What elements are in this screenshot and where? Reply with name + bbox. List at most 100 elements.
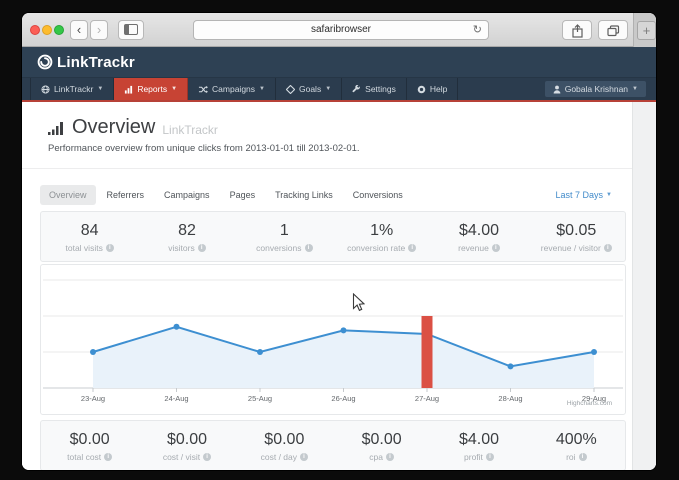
stat-profit: $4.00 profiti [430, 421, 527, 470]
page-scrollbar[interactable] [632, 102, 656, 470]
stat-value: $0.00 [167, 431, 207, 449]
nav-item-goals[interactable]: Goals ▼ [276, 78, 342, 100]
info-icon[interactable]: i [408, 244, 416, 252]
nav-label: LinkTrackr [54, 84, 93, 94]
globe-icon [41, 85, 50, 94]
nav-item-linktrackr[interactable]: LinkTrackr ▼ [30, 78, 114, 100]
date-range-selector[interactable]: Last 7 Days ▼ [556, 190, 612, 200]
user-name: Gobala Krishnan [565, 84, 628, 94]
nav-label: Reports [137, 84, 167, 94]
info-icon[interactable]: i [579, 453, 587, 461]
address-text: safaribrowser [311, 24, 371, 35]
caret-down-icon: ▼ [259, 86, 265, 92]
tab-overview[interactable]: Overview [40, 185, 96, 205]
reload-icon[interactable]: ↻ [473, 21, 482, 39]
address-bar[interactable]: safaribrowser ↻ [193, 20, 489, 40]
stat-cost-day: $0.00 cost / dayi [236, 421, 333, 470]
nav-label: Goals [299, 84, 321, 94]
info-icon[interactable]: i [305, 244, 313, 252]
shuffle-icon [198, 85, 208, 94]
linktrackr-logo[interactable]: LinkTrackr [37, 54, 135, 71]
stat-value: 1 [280, 222, 289, 240]
nav-item-help[interactable]: Help [407, 78, 458, 100]
tab-overview-button[interactable] [598, 20, 628, 40]
stat-label: total cost [67, 452, 101, 462]
app-header: LinkTrackr [22, 47, 656, 77]
stat-label: total visits [66, 243, 103, 253]
overview-bars-icon [48, 120, 65, 135]
tabs-icon [607, 25, 620, 37]
nav-item-settings[interactable]: Settings [342, 78, 407, 100]
tab-campaigns[interactable]: Campaigns [155, 185, 219, 205]
head-divider [22, 168, 632, 169]
stat-label: revenue / visitor [541, 243, 601, 253]
info-icon[interactable]: i [386, 453, 394, 461]
nav-label: Campaigns [212, 84, 255, 94]
bar-chart-icon [124, 85, 133, 94]
safari-window: ‹ › safaribrowser ↻ + [22, 13, 656, 470]
tab-bar-edge: + [633, 13, 656, 47]
help-ring-icon [417, 85, 426, 94]
user-menu[interactable]: Gobala Krishnan ▼ [545, 81, 646, 97]
caret-down-icon: ▼ [632, 86, 638, 92]
info-icon[interactable]: i [300, 453, 308, 461]
stat-value: $0.05 [556, 222, 596, 240]
info-icon[interactable]: i [104, 453, 112, 461]
area-chart: 23-Aug24-Aug25-Aug26-Aug27-Aug28-Aug29-A… [41, 265, 625, 414]
page-head: Overview LinkTrackr Performance overview… [48, 116, 606, 154]
stats-row-bottom: $0.00 total costi $0.00 cost / visiti $0… [40, 420, 626, 470]
visits-chart[interactable]: 23-Aug24-Aug25-Aug26-Aug27-Aug28-Aug29-A… [40, 264, 626, 415]
nav-label: Help [430, 84, 447, 94]
tab-referrers[interactable]: Referrers [98, 185, 154, 205]
user-icon [553, 85, 561, 94]
svg-text:28-Aug: 28-Aug [498, 394, 522, 403]
stat-total-cost: $0.00 total costi [41, 421, 138, 470]
stat-label: cpa [369, 452, 383, 462]
tab-pages[interactable]: Pages [221, 185, 265, 205]
stat-value: $4.00 [459, 222, 499, 240]
page-content: Overview LinkTrackr Performance overview… [22, 102, 656, 470]
info-icon[interactable]: i [492, 244, 500, 252]
svg-text:24-Aug: 24-Aug [164, 394, 188, 403]
stat-value: 400% [556, 431, 597, 449]
goal-diamond-icon [286, 85, 295, 94]
stat-value: $0.00 [264, 431, 304, 449]
caret-down-icon: ▼ [97, 86, 103, 92]
svg-text:23-Aug: 23-Aug [81, 394, 105, 403]
info-icon[interactable]: i [486, 453, 494, 461]
share-icon [572, 24, 583, 38]
share-button[interactable] [562, 20, 592, 40]
main-nav: LinkTrackr ▼ Reports ▼ Camp [22, 77, 656, 100]
svg-text:27-Aug: 27-Aug [415, 394, 439, 403]
stat-label: conversion rate [347, 243, 405, 253]
forward-button[interactable]: › [90, 20, 108, 40]
stat-value: 84 [81, 222, 99, 240]
stat-label: profit [464, 452, 483, 462]
stat-value: 1% [370, 222, 393, 240]
screenshot-frame: ‹ › safaribrowser ↻ + [0, 0, 679, 480]
info-icon[interactable]: i [203, 453, 211, 461]
stat-value: 82 [178, 222, 196, 240]
stat-label: cost / day [261, 452, 297, 462]
info-icon[interactable]: i [198, 244, 206, 252]
caret-down-icon: ▼ [171, 86, 177, 92]
logo-text: LinkTrackr [57, 54, 135, 71]
nav-label: Settings [365, 84, 396, 94]
stat-revenue-visitor: $0.05 revenue / visitori [528, 212, 625, 261]
minimize-window-button[interactable] [42, 25, 52, 35]
sidebar-button[interactable] [118, 20, 144, 40]
new-tab-button[interactable]: + [637, 21, 656, 40]
stat-label: revenue [458, 243, 489, 253]
close-window-button[interactable] [30, 25, 40, 35]
tab-tracking-links[interactable]: Tracking Links [266, 185, 342, 205]
zoom-window-button[interactable] [54, 25, 64, 35]
nav-item-reports[interactable]: Reports ▼ [114, 78, 188, 100]
info-icon[interactable]: i [106, 244, 114, 252]
tab-conversions[interactable]: Conversions [344, 185, 412, 205]
nav-item-campaigns[interactable]: Campaigns ▼ [188, 78, 276, 100]
stat-conversion-rate: 1% conversion ratei [333, 212, 430, 261]
back-button[interactable]: ‹ [70, 20, 88, 40]
stat-label: cost / visit [163, 452, 200, 462]
info-icon[interactable]: i [604, 244, 612, 252]
svg-text:26-Aug: 26-Aug [331, 394, 355, 403]
